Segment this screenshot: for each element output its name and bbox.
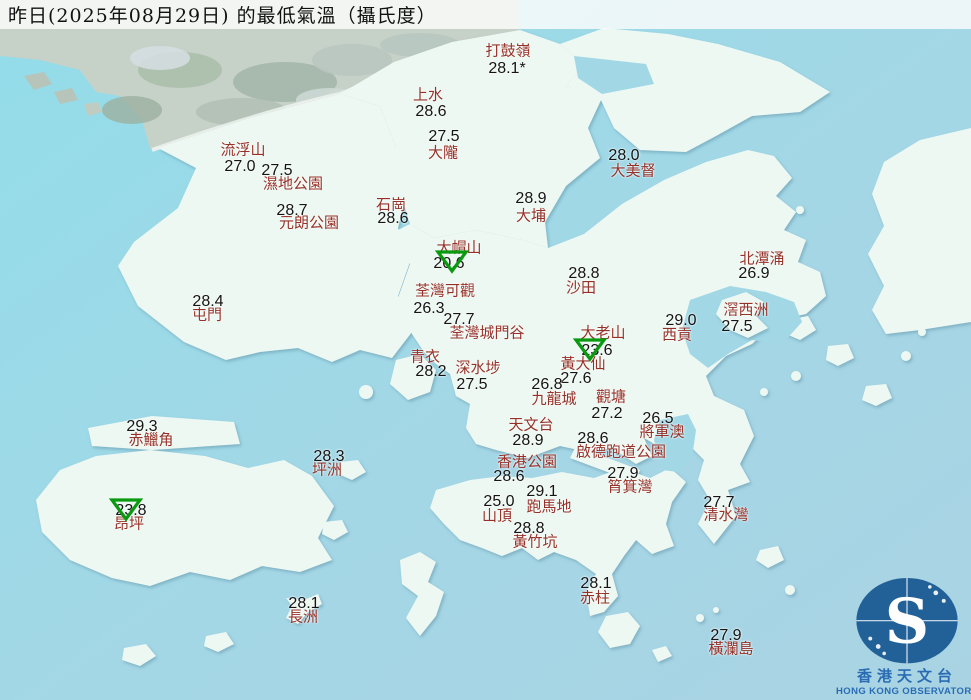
station-value: 27.7 [443,312,474,328]
map-title: 昨日(2025年08月29日) 的最低氣溫（攝氏度） [8,1,437,28]
hko-emblem-icon: S [848,575,966,666]
svg-text:S: S [885,585,929,658]
station-value: 27.5 [261,163,292,179]
hko-logo: S 香港天文台 HONG KONG OBSERVATORY [845,575,969,697]
station-value: 28.7 [276,203,307,219]
weather-map-page: 昨日(2025年08月29日) 的最低氣溫（攝氏度） 打鼓嶺28.1*上水28.… [0,0,971,700]
station-value: 28.8 [513,521,544,537]
station-value: 27.0 [224,159,255,175]
station-value: 27.7 [703,495,734,511]
station-label: 上水 [413,88,443,103]
title-bar: 昨日(2025年08月29日) 的最低氣溫（攝氏度） [0,0,971,29]
station-value: 28.9 [515,191,546,207]
min-temp-marker-icon [109,496,143,522]
station-value: 28.1* [488,61,525,77]
station-value: 26.9 [738,266,769,282]
station-value: 28.8 [568,266,599,282]
station-value: 27.6 [560,371,591,387]
station-value: 28.4 [192,294,223,310]
station-value: 29.1 [526,484,557,500]
station-label: 沙田 [566,281,596,296]
station-value: 27.5 [428,129,459,145]
station-label: 大隴 [428,146,458,161]
station-value: 28.0 [608,148,639,164]
station-value: 27.9 [710,628,741,644]
station-value: 27.2 [591,406,622,422]
station-value: 26.8 [531,377,562,393]
station-value: 26.3 [413,301,444,317]
station-value: 28.2 [415,364,446,380]
station-label: 打鼓嶺 [485,44,530,59]
station-value: 26.5 [642,411,673,427]
station-label: 深水埗 [455,361,500,376]
station-value: 28.6 [493,469,524,485]
hko-logo-name-zh: 香港天文台 [857,668,957,685]
station-value: 28.9 [512,433,543,449]
station-value: 28.1 [580,576,611,592]
station-label: 大美督 [610,164,655,179]
station-label: 西貢 [662,328,692,343]
station-label: 觀塘 [596,390,626,405]
station-label: 大埔 [516,209,546,224]
station-value: 28.1 [288,596,319,612]
station-label: 滘西洲 [723,303,768,318]
station-value: 27.5 [456,377,487,393]
station-label: 流浮山 [220,143,265,158]
station-value: 29.0 [665,313,696,329]
station-value: 27.9 [607,466,638,482]
station-value: 27.5 [721,319,752,335]
station-value: 28.6 [577,431,608,447]
station-label: 赤柱 [580,591,610,606]
station-label: 九龍城 [531,392,576,407]
station-label: 荃灣可觀 [415,284,475,299]
station-label: 山頂 [482,509,512,524]
min-temp-marker-icon [435,248,469,274]
station-value: 25.0 [483,494,514,510]
station-value: 28.3 [313,449,344,465]
station-value: 28.6 [415,104,446,120]
stations-layer: 打鼓嶺28.1*上水28.6大隴27.5流浮山27.0濕地公園27.5元朗公園2… [0,0,971,700]
station-label: 跑馬地 [526,500,571,515]
station-value: 28.6 [377,211,408,227]
hko-logo-name-en: HONG KONG OBSERVATORY [836,686,971,697]
min-temp-marker-icon [573,336,607,362]
station-value: 29.3 [126,419,157,435]
station-label: 天文台 [508,418,553,433]
